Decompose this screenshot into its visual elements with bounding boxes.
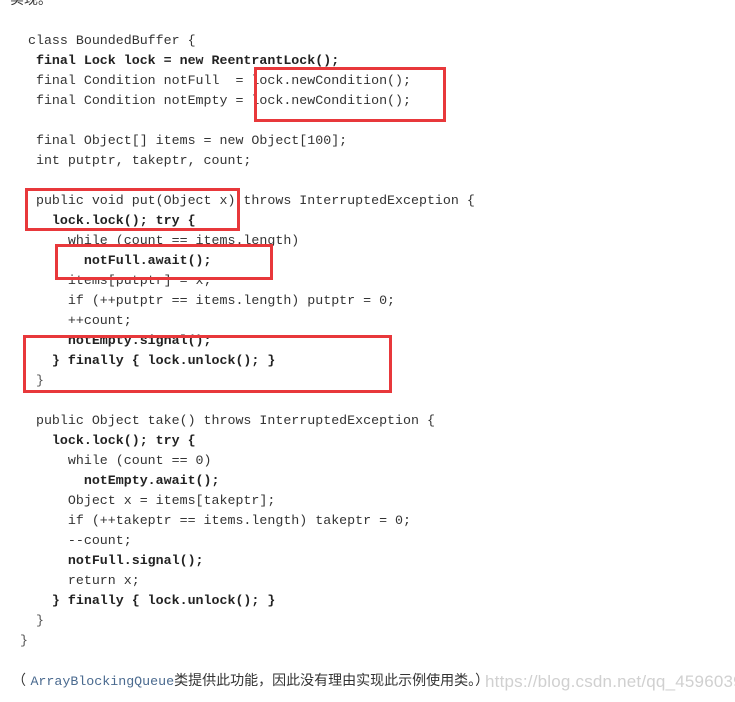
code-line: final Lock lock = new ReentrantLock(); — [20, 53, 340, 68]
preceding-paragraph-fragment: 实现。 — [10, 0, 52, 8]
code-line: items[putptr] = x; — [20, 273, 212, 288]
footer-note: （ ArrayBlockingQueue类提供此功能，因此没有理由实现此示例使用… — [12, 671, 489, 692]
code-line: } finally { lock.unlock(); } — [20, 593, 276, 608]
code-line: } finally { lock.unlock(); } — [20, 353, 276, 368]
code-line: Object x = items[takeptr]; — [20, 493, 276, 508]
code-line: final Condition notFull = lock.newCondit… — [20, 73, 411, 88]
code-line: lock.lock(); try { — [20, 213, 196, 228]
code-line: public Object take() throws InterruptedE… — [20, 413, 435, 428]
code-line: notFull.signal(); — [20, 553, 204, 568]
footer-note-text: 类提供此功能，因此没有理由实现此示例使用类。） — [174, 673, 490, 689]
code-line: } — [20, 373, 44, 388]
code-line: ++count; — [20, 313, 132, 328]
code-line: final Condition notEmpty = lock.newCondi… — [20, 93, 411, 108]
code-line: notFull.await(); — [20, 253, 212, 268]
code-line: while (count == items.length) — [20, 233, 300, 248]
watermark: https://blog.csdn.net/qq_45960397 — [485, 672, 735, 691]
footer-open-paren: （ — [12, 673, 31, 689]
code-line: } — [20, 633, 28, 648]
code-line: notEmpty.signal(); — [20, 333, 212, 348]
code-line: class BoundedBuffer { — [20, 33, 196, 48]
code-line: notEmpty.await(); — [20, 473, 220, 488]
code-line: } — [20, 613, 44, 628]
code-line: if (++putptr == items.length) putptr = 0… — [20, 293, 396, 308]
code-line: lock.lock(); try { — [20, 433, 196, 448]
code-line: while (count == 0) — [20, 453, 212, 468]
code-line: return x; — [20, 573, 140, 588]
code-line: int putptr, takeptr, count; — [20, 153, 252, 168]
code-block: class BoundedBuffer { final Lock lock = … — [20, 31, 475, 651]
array-blocking-queue-link[interactable]: ArrayBlockingQueue — [30, 674, 174, 689]
code-line: --count; — [20, 533, 132, 548]
code-line: final Object[] items = new Object[100]; — [20, 133, 348, 148]
code-line: public void put(Object x) throws Interru… — [20, 193, 475, 208]
code-line: if (++takeptr == items.length) takeptr =… — [20, 513, 411, 528]
